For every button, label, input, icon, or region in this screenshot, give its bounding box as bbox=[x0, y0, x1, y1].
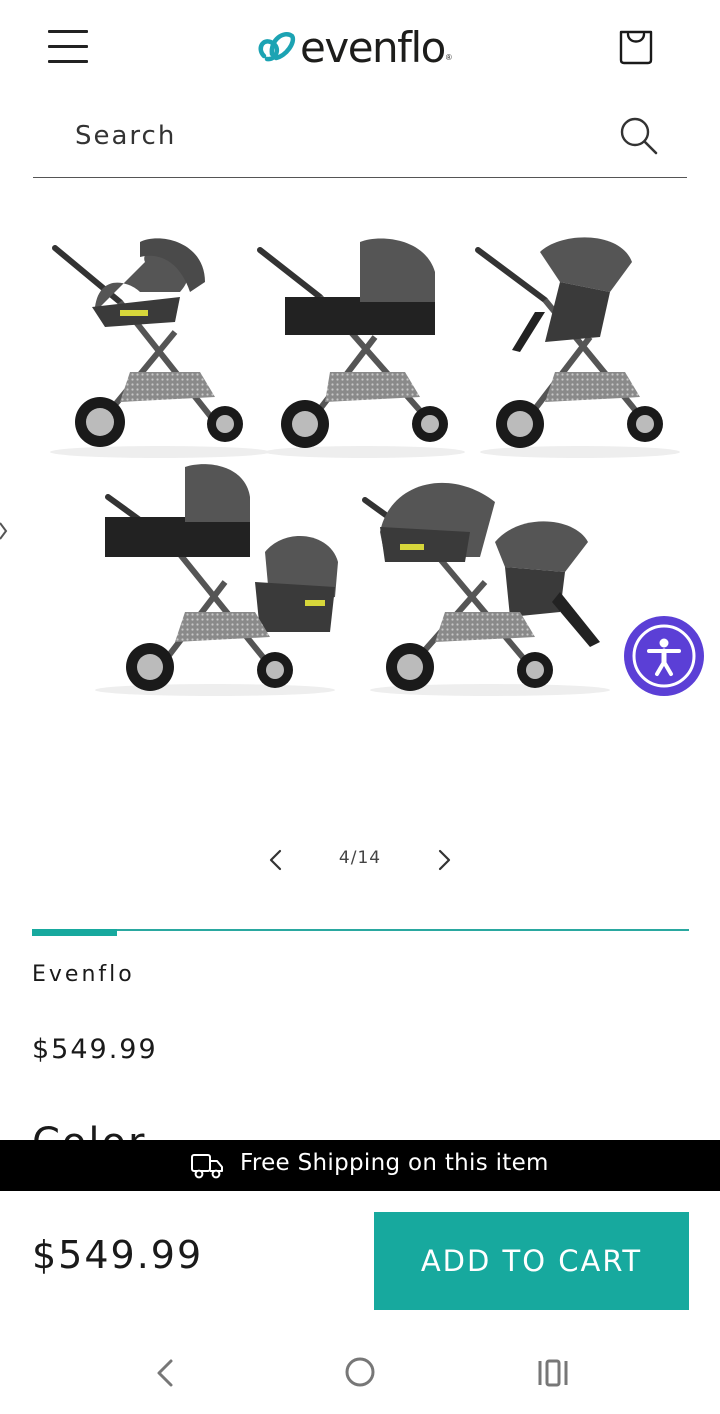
stroller-config-bassinet bbox=[257, 238, 465, 458]
color-section-heading: Color bbox=[32, 1120, 146, 1140]
brand-name: evenflo bbox=[300, 22, 446, 72]
back-chevron-icon[interactable] bbox=[150, 1355, 182, 1391]
progress-fill bbox=[32, 929, 118, 936]
search-input[interactable] bbox=[75, 116, 575, 156]
system-navigation-bar bbox=[0, 1331, 720, 1414]
accessibility-icon[interactable] bbox=[624, 616, 704, 696]
registered-mark: ® bbox=[445, 53, 452, 62]
product-image[interactable] bbox=[0, 212, 720, 732]
evenflo-logo-mark-icon bbox=[258, 32, 296, 62]
delivery-truck-icon bbox=[191, 1154, 223, 1179]
slide-counter: 4/14 bbox=[338, 848, 382, 868]
stroller-config-bassinet-car-seat bbox=[95, 464, 338, 696]
home-circle-icon[interactable] bbox=[343, 1355, 377, 1389]
add-to-cart-button[interactable]: ADD TO CART bbox=[374, 1212, 689, 1310]
sticky-add-to-cart-bar: $549.99 ADD TO CART bbox=[0, 1191, 720, 1331]
stroller-config-toddler-seat bbox=[475, 237, 680, 458]
gallery-slider-nav: 4/14 bbox=[250, 838, 470, 882]
product-vendor: Evenflo bbox=[32, 962, 135, 987]
chevron-left-icon[interactable] bbox=[260, 844, 292, 876]
product-price: $549.99 bbox=[32, 1034, 158, 1065]
sticky-price: $549.99 bbox=[32, 1233, 204, 1277]
search-icon[interactable] bbox=[619, 116, 659, 156]
free-shipping-banner: Free Shipping on this item bbox=[0, 1140, 720, 1191]
progress-track bbox=[32, 929, 689, 931]
brand-logo[interactable]: evenflo ® bbox=[254, 22, 452, 72]
image-edge-chevron-icon bbox=[0, 522, 8, 540]
stroller-config-car-seat bbox=[50, 238, 270, 458]
free-shipping-text: Free Shipping on this item bbox=[240, 1150, 549, 1176]
shopping-bag-icon[interactable] bbox=[614, 24, 658, 68]
recent-apps-icon[interactable] bbox=[536, 1357, 570, 1389]
chevron-right-icon[interactable] bbox=[428, 844, 460, 876]
hamburger-menu-icon[interactable] bbox=[46, 26, 90, 66]
gallery-progress-bar bbox=[32, 929, 689, 938]
stroller-config-car-seat-toddler-seat bbox=[362, 482, 610, 696]
search-bar bbox=[33, 96, 687, 178]
site-header: evenflo ® bbox=[0, 0, 720, 92]
